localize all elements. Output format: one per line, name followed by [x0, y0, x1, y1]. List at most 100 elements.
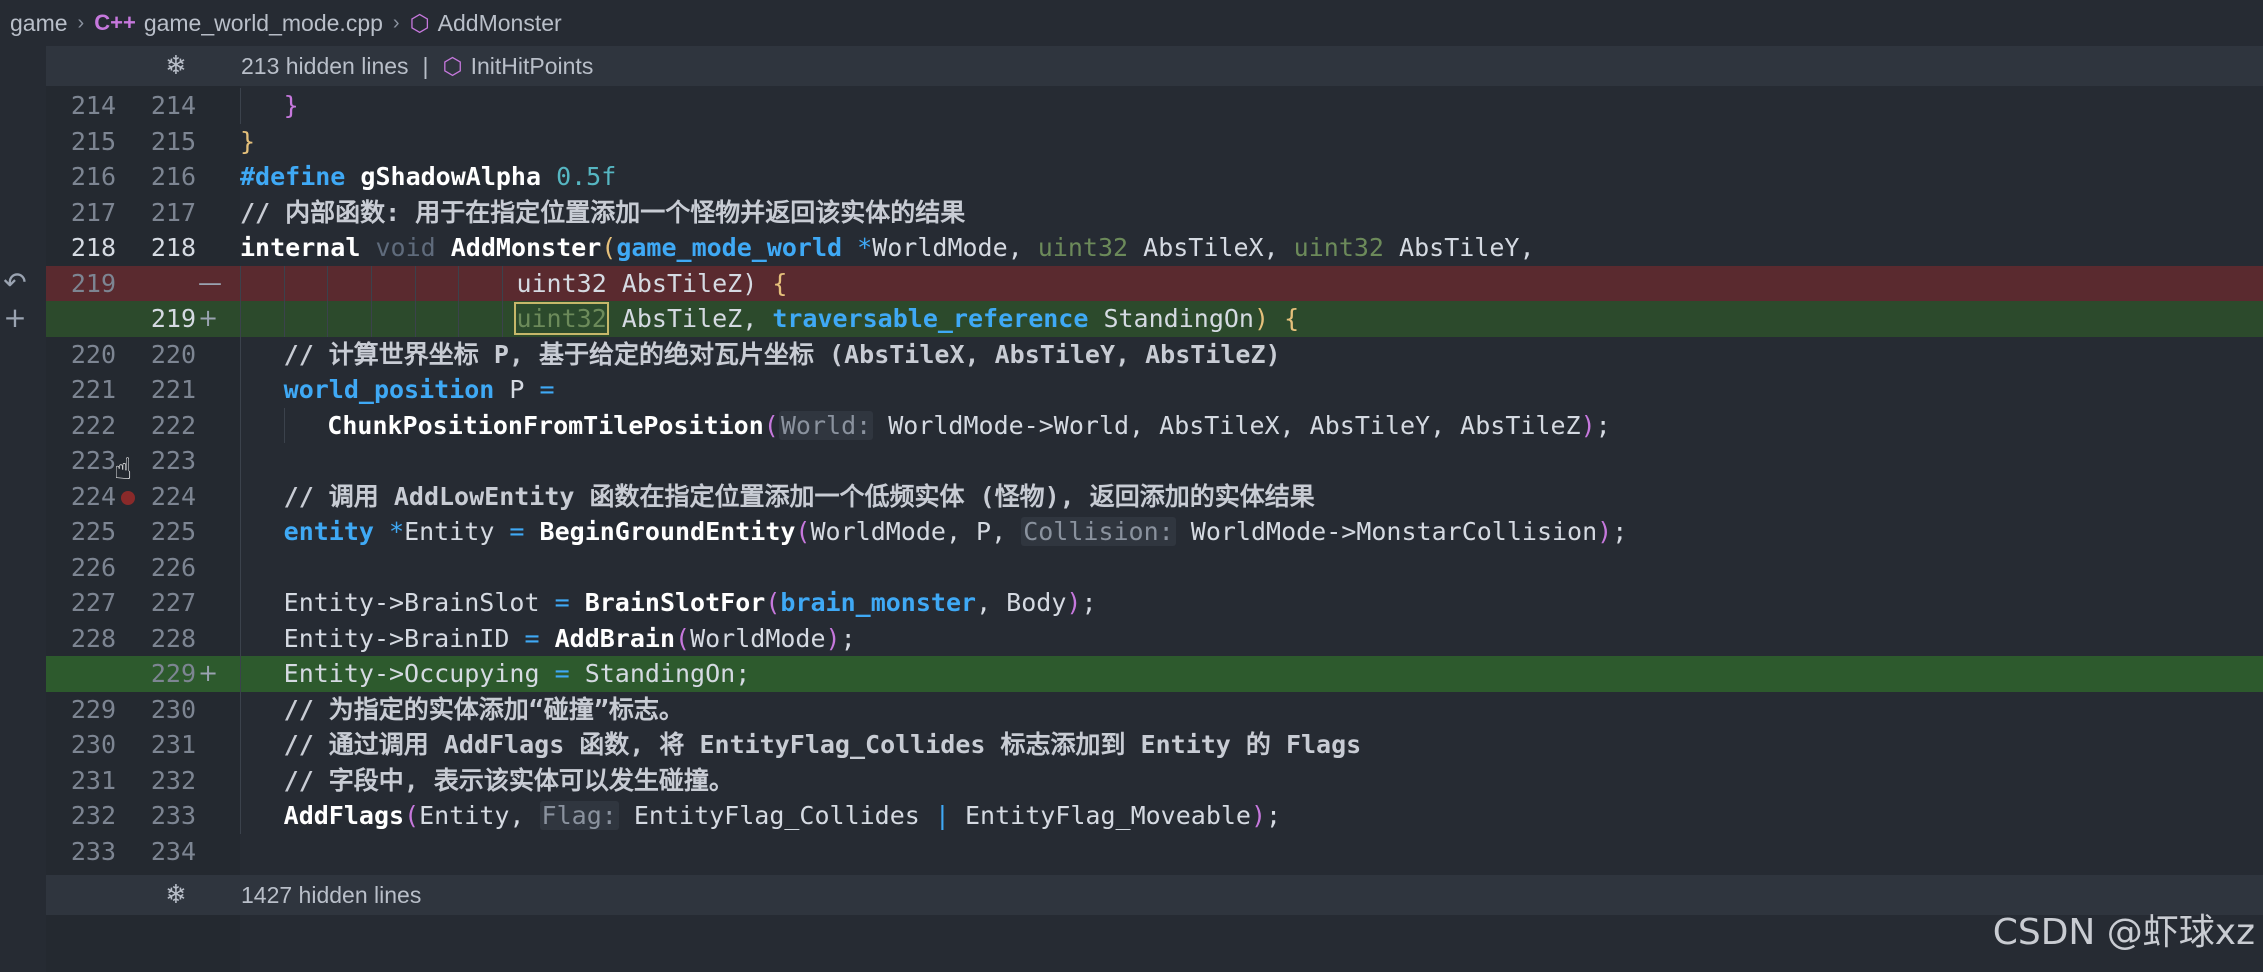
arguments: EntityFlag_Collides	[618, 801, 935, 830]
code-line[interactable]: 220 220 // 计算世界坐标 P, 基于给定的绝对瓦片坐标 (AbsTileX…	[46, 336, 2263, 372]
code-line[interactable]: 219 + uint32 AbsTileZ, traversable_referen…	[46, 301, 2263, 337]
code-line[interactable]: 229 230 // 为指定的实体添加“碰撞”标志。	[46, 691, 2263, 727]
indent-guide	[283, 301, 285, 337]
new-line-number: 220	[150, 339, 196, 369]
code-text: Entity->BrainSlot = BrainSlotFor(brain_m…	[284, 585, 1097, 621]
code-text: }	[240, 124, 255, 160]
chevron-right-icon: ›	[77, 11, 85, 34]
code-line[interactable]: 221 221 world_position P =	[46, 372, 2263, 408]
closing-brace: }	[240, 126, 256, 156]
identifier: Entity->Occupying	[283, 659, 555, 688]
new-line-number: 231	[150, 730, 196, 759]
old-line-number: 221	[70, 375, 116, 404]
type-name: brain_monster	[780, 588, 977, 617]
code-line[interactable]: 232 233 AddFlags(Entity, Flag: EntityFlag_…	[46, 798, 2263, 834]
indent-guide	[240, 549, 241, 585]
new-line-number: 227	[150, 588, 196, 617]
indent-guide	[370, 301, 372, 337]
identifier: StandingOn;	[569, 659, 751, 688]
code-line[interactable]: 233 234	[46, 834, 2263, 870]
function-name: ChunkPositionFromTilePosition	[327, 410, 764, 440]
code-text: entity *Entity = BeginGroundEntity(World…	[284, 514, 1627, 550]
indent-guide	[240, 301, 241, 337]
code-line[interactable]: 215 215}	[46, 124, 2263, 160]
code-line[interactable]: 217 217 // 内部函数: 用于在指定位置添加一个怪物并返回该实体的结果	[46, 195, 2263, 231]
code-line[interactable]: 228 228 Entity->BrainID = AddBrain(WorldMo…	[46, 620, 2263, 656]
code-line[interactable]: 231 232 // 字段中, 表示该实体可以发生碰撞。	[46, 762, 2263, 798]
code-line[interactable]: 227 227 Entity->BrainSlot = BrainSlotFor(b…	[46, 585, 2263, 621]
preprocessor-keyword: #define	[240, 162, 346, 191]
code-line[interactable]: 216 216 #define gShadowAlpha 0.5f	[46, 159, 2263, 195]
breakpoint-icon[interactable]	[121, 491, 135, 505]
indent-guide	[240, 798, 241, 834]
indent-guide	[240, 727, 241, 763]
code-line[interactable]: 226 226	[46, 549, 2263, 585]
unfold-icon[interactable]: ❄	[161, 51, 191, 81]
code-text: #define gShadowAlpha 0.5f	[240, 159, 616, 195]
breadcrumb-item-file[interactable]: game_world_mode.cpp	[144, 10, 383, 37]
inlay-hint: Flag:	[539, 801, 619, 830]
code-line[interactable]: 223 223	[46, 443, 2263, 479]
function-name: BrainSlotFor	[584, 588, 766, 617]
breadcrumb-item-symbol[interactable]: AddMonster	[438, 10, 562, 37]
code-line[interactable]: 229 + Entity->Occupying = StandingOn;	[46, 656, 2263, 692]
brace: {	[772, 268, 788, 298]
indent-guide	[240, 372, 241, 408]
identifier: P	[494, 375, 540, 404]
code-text: AddFlags(Entity, Flag: EntityFlag_Collid…	[284, 798, 1281, 834]
indent-guide	[458, 265, 460, 301]
operator: |	[934, 801, 950, 830]
new-line-number: 221	[150, 375, 196, 404]
identifier: WorldMode,	[872, 233, 1038, 262]
old-line-number: 222	[70, 410, 116, 440]
hidden-lines-bar-top[interactable]: ❄ 213 hidden lines | ⬡ InitHitPoints	[46, 46, 2263, 86]
function-name: AddBrain	[554, 623, 676, 653]
code-line[interactable]: 219 — uint32 AbsTileZ) {	[46, 265, 2263, 302]
old-line-number: 219	[70, 268, 116, 298]
indent-guide	[414, 301, 416, 337]
arguments: WorldMode->World, AbsTileX, AbsTileY, Ab…	[873, 410, 1581, 440]
breadcrumb-item-game[interactable]: game	[10, 10, 68, 37]
function-name: BeginGroundEntity	[539, 517, 796, 546]
indent-guide	[240, 585, 241, 621]
code-text: internal void AddMonster(game_mode_world…	[240, 230, 1535, 266]
arguments: , Body	[976, 588, 1067, 617]
add-icon[interactable]: +	[0, 301, 30, 334]
hidden-lines-count: 213 hidden lines	[241, 52, 409, 79]
new-line-number: 225	[150, 517, 196, 546]
new-line-number: 214	[150, 91, 196, 120]
paren: )	[1580, 410, 1596, 440]
punct: ;	[1595, 410, 1611, 440]
paren: (	[675, 623, 691, 653]
code-text: // 通过调用 AddFlags 函数, 将 EntityFlag_Collid…	[284, 727, 1362, 763]
paren: (	[763, 410, 779, 440]
unfold-icon[interactable]: ❄	[161, 880, 191, 910]
old-line-number: 232	[70, 801, 116, 830]
arguments: EntityFlag_Moveable	[949, 801, 1251, 830]
type-name: uint32	[1293, 233, 1384, 262]
comment: // 调用 AddLowEntity 函数在指定位置添加一个低频实体 (怪物),…	[283, 481, 1315, 511]
old-line-number: 228	[70, 623, 116, 653]
code-text: uint32 AbsTileZ) {	[516, 266, 787, 302]
paren: (	[601, 233, 617, 262]
removed-line-marker-icon: —	[198, 268, 222, 297]
divider: |	[422, 52, 429, 79]
code-line[interactable]: 222 222 ChunkPositionFromTilePosition(Worl…	[46, 407, 2263, 443]
old-line-number: 225	[70, 517, 116, 546]
hidden-lines-bar-bottom[interactable]: ❄ 1427 hidden lines	[46, 875, 2263, 915]
code-line[interactable]: 218 218 internal void AddMonster(game_mode…	[46, 230, 2263, 266]
indent-guide	[414, 265, 416, 301]
cpp-file-icon: C++	[94, 10, 136, 35]
old-line-number: 216	[70, 162, 116, 191]
indent-guide	[240, 762, 241, 798]
code-line[interactable]: 225 225 entity *Entity = BeginGroundEntity…	[46, 514, 2263, 550]
indent-guide	[327, 265, 329, 301]
code-line[interactable]: 214 214}	[46, 88, 2263, 124]
code-line[interactable]: 224 224 // 调用 AddLowEntity 函数在指定位置添加一个低频实体…	[46, 478, 2263, 514]
old-line-number: 231	[70, 765, 116, 795]
chevron-right-icon: ›	[392, 11, 400, 34]
code-line[interactable]: 230 231 // 通过调用 AddFlags 函数, 将 EntityFlag_…	[46, 727, 2263, 763]
revert-icon[interactable]: ↶	[0, 266, 30, 299]
new-line-number: 234	[150, 836, 196, 866]
old-line-number: 217	[70, 197, 116, 227]
